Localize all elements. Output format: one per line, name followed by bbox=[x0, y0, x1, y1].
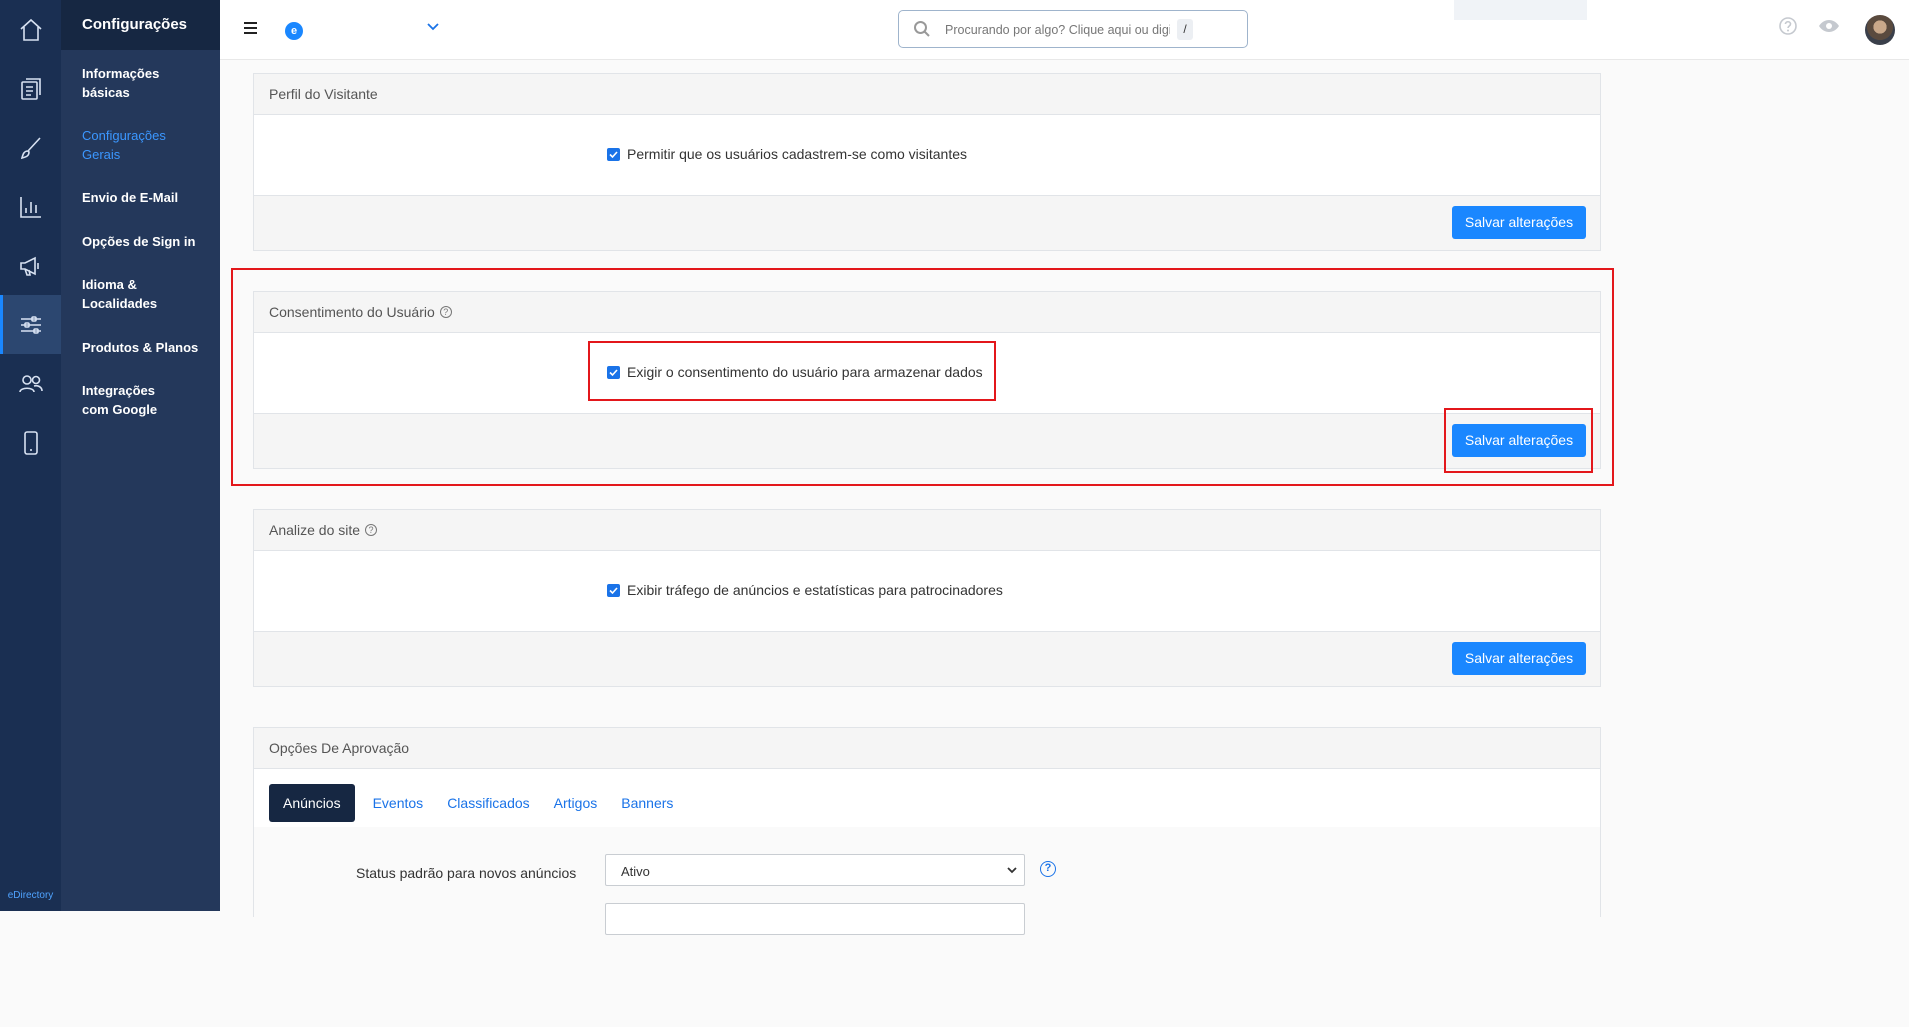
rail-item-reports[interactable] bbox=[0, 177, 61, 236]
rail-item-settings[interactable] bbox=[0, 295, 61, 354]
highlight-save-button bbox=[1444, 408, 1593, 473]
subnav-item-google[interactable]: Integrações com Google bbox=[61, 381, 191, 419]
site-logo-icon[interactable]: e bbox=[285, 22, 303, 40]
approval-options-panel: Opções De Aprovação Anúncios Eventos Cla… bbox=[253, 727, 1601, 1027]
subnav-title: Configurações bbox=[61, 0, 220, 50]
sponsor-stats-option[interactable]: Exibir tráfego de anúncios e estatística… bbox=[607, 582, 1003, 598]
question-icon[interactable]: ? bbox=[1040, 861, 1056, 877]
rail-item-users[interactable] bbox=[0, 354, 61, 413]
highlight-consent-checkbox bbox=[588, 341, 996, 401]
panel-footer: Salvar alterações bbox=[254, 195, 1600, 250]
rail-item-design[interactable] bbox=[0, 118, 61, 177]
panel-body: Exibir tráfego de anúncios e estatística… bbox=[254, 551, 1600, 631]
visitor-profile-panel: Perfil do Visitante Permitir que os usuá… bbox=[253, 73, 1601, 251]
pages-icon bbox=[20, 77, 41, 100]
settings-subnav: Configurações Informações básicas Config… bbox=[61, 0, 220, 911]
question-icon[interactable]: ? bbox=[365, 524, 378, 536]
search-box[interactable]: / bbox=[898, 10, 1248, 48]
subnav-item-products[interactable]: Produtos & Planos bbox=[61, 338, 220, 357]
tab-events[interactable]: Eventos bbox=[373, 795, 424, 811]
help-icon[interactable] bbox=[1778, 16, 1798, 36]
icon-rail: eDirectory bbox=[0, 0, 61, 911]
panel-body: Permitir que os usuários cadastrem-se co… bbox=[254, 115, 1600, 195]
chevron-down-icon bbox=[1007, 867, 1017, 874]
subnav-item-language[interactable]: Idioma & Localidades bbox=[61, 275, 171, 313]
megaphone-icon bbox=[19, 256, 39, 276]
tab-banners[interactable]: Banners bbox=[621, 795, 673, 811]
panel-title: Opções De Aprovação bbox=[254, 728, 1600, 769]
tab-listings[interactable]: Anúncios bbox=[269, 784, 355, 822]
sponsor-stats-checkbox[interactable] bbox=[607, 583, 620, 597]
visitor-profile-title: Perfil do Visitante bbox=[269, 86, 378, 102]
visitor-signup-checkbox[interactable] bbox=[607, 147, 620, 161]
subnav-item-email[interactable]: Envio de E-Mail bbox=[61, 188, 220, 207]
site-analytics-title: Analize do site bbox=[269, 522, 361, 538]
visitor-signup-label: Permitir que os usuários cadastrem-se co… bbox=[627, 146, 968, 162]
save-button[interactable]: Salvar alterações bbox=[1452, 206, 1586, 239]
search-shortcut-key: / bbox=[1177, 19, 1193, 40]
visitor-signup-option[interactable]: Permitir que os usuários cadastrem-se co… bbox=[607, 146, 967, 162]
default-status-value: Ativo bbox=[621, 864, 650, 879]
rail-item-pages[interactable] bbox=[0, 59, 61, 118]
eye-icon[interactable] bbox=[1818, 18, 1840, 34]
sponsor-stats-label: Exibir tráfego de anúncios e estatística… bbox=[627, 582, 1003, 598]
avatar[interactable] bbox=[1865, 15, 1895, 45]
subnav-item-general-settings[interactable]: Configurações Gerais bbox=[61, 126, 181, 164]
menu-icon[interactable] bbox=[244, 22, 257, 35]
rail-item-home[interactable] bbox=[0, 0, 61, 59]
subnav-item-sign-in[interactable]: Opções de Sign in bbox=[61, 232, 220, 251]
default-status-label: Status padrão para novos anúncios bbox=[356, 865, 577, 881]
home-icon bbox=[19, 18, 42, 41]
rail-item-promotions[interactable] bbox=[0, 236, 61, 295]
users-icon bbox=[18, 374, 43, 392]
brush-icon bbox=[20, 136, 41, 159]
site-analytics-panel: Analize do site ? Exibir tráfego de anún… bbox=[253, 509, 1601, 687]
secondary-select[interactable] bbox=[605, 903, 1025, 935]
rail-item-mobile[interactable] bbox=[0, 413, 61, 472]
top-bar: e / bbox=[220, 0, 1909, 60]
default-status-select[interactable]: Ativo bbox=[605, 854, 1025, 886]
approval-form: Status padrão para novos anúncios Ativo … bbox=[254, 827, 1600, 1027]
mobile-icon bbox=[23, 430, 38, 455]
approval-tabs: Anúncios Eventos Classificados Artigos B… bbox=[269, 784, 697, 822]
chevron-down-icon[interactable] bbox=[426, 20, 440, 34]
approval-options-title: Opções De Aprovação bbox=[269, 740, 410, 756]
tab-classifieds[interactable]: Classificados bbox=[447, 795, 529, 811]
sliders-icon bbox=[20, 315, 41, 334]
search-input[interactable] bbox=[945, 20, 1170, 40]
brand-footer: eDirectory bbox=[7, 890, 54, 901]
panel-title: Analize do site ? bbox=[254, 510, 1600, 551]
panel-title: Perfil do Visitante bbox=[254, 74, 1600, 115]
panel-footer: Salvar alterações bbox=[254, 631, 1600, 686]
chart-icon bbox=[19, 196, 41, 218]
subnav-item-basic-info[interactable]: Informações básicas bbox=[61, 64, 220, 102]
tab-articles[interactable]: Artigos bbox=[554, 795, 598, 811]
check-icon bbox=[609, 150, 618, 158]
placeholder-button bbox=[1454, 0, 1587, 20]
search-icon bbox=[914, 21, 930, 37]
save-button[interactable]: Salvar alterações bbox=[1452, 642, 1586, 675]
check-icon bbox=[609, 586, 618, 594]
